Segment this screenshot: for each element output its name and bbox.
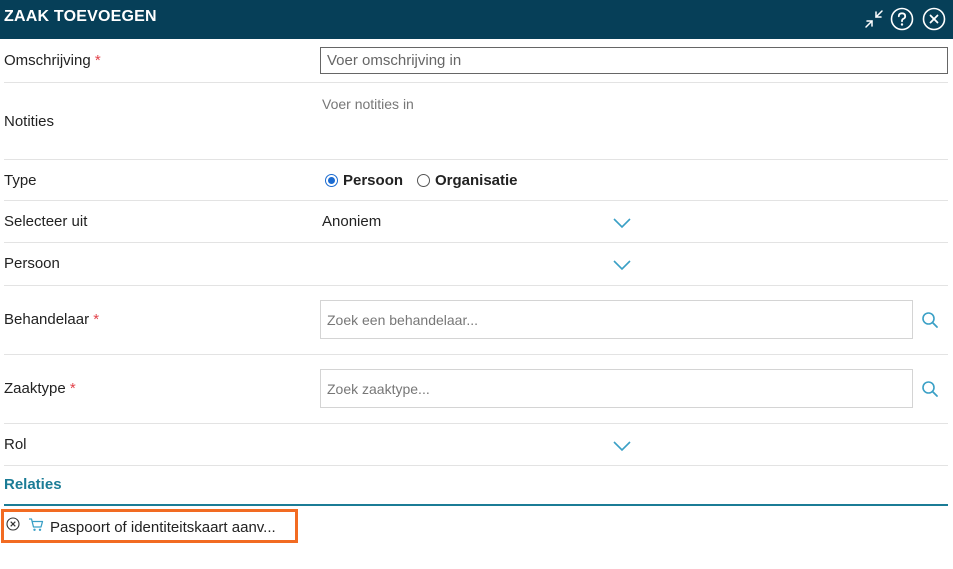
zaaktype-label: Zaaktype * — [4, 380, 76, 397]
help-icon[interactable] — [890, 7, 914, 31]
relation-item[interactable]: Paspoort of identiteitskaart aanv... — [1, 509, 298, 543]
row-behandelaar: Behandelaar * — [4, 286, 948, 355]
persoon-label: Persoon — [4, 255, 60, 272]
relaties-heading: Relaties — [4, 476, 62, 493]
collapse-icon[interactable] — [862, 7, 886, 31]
cart-icon — [28, 517, 44, 536]
type-label: Type — [4, 172, 37, 189]
radio-organisatie-label[interactable]: Organisatie — [435, 172, 518, 189]
zaaktype-search-input[interactable] — [320, 369, 913, 408]
search-icon[interactable] — [921, 380, 939, 398]
row-zaaktype: Zaaktype * — [4, 355, 948, 424]
radio-organisatie[interactable] — [417, 174, 430, 187]
dialog-title: ZAAK TOEVOEGEN — [4, 8, 157, 25]
search-icon[interactable] — [921, 311, 939, 329]
chevron-down-icon[interactable] — [613, 216, 631, 229]
behandelaar-search-input[interactable] — [320, 300, 913, 339]
selecteer-uit-label: Selecteer uit — [4, 213, 88, 230]
relation-item-label[interactable]: Paspoort of identiteitskaart aanv... — [50, 519, 276, 536]
row-persoon: Persoon — [4, 243, 948, 286]
radio-persoon[interactable] — [325, 174, 338, 187]
notities-label: Notities — [4, 113, 55, 130]
row-notities: Notities Voer notities in — [4, 83, 948, 160]
close-icon[interactable] — [922, 7, 946, 31]
remove-icon[interactable] — [6, 517, 20, 535]
notities-textarea[interactable]: Voer notities in — [322, 96, 414, 112]
selecteer-uit-value[interactable]: Anoniem — [322, 213, 381, 230]
row-type: Type Persoon Organisatie — [4, 160, 948, 201]
row-selecteer-uit: Selecteer uit Anoniem — [4, 201, 948, 243]
chevron-down-icon[interactable] — [613, 258, 631, 271]
rol-label: Rol — [4, 436, 27, 453]
radio-persoon-label[interactable]: Persoon — [343, 172, 403, 189]
behandelaar-label: Behandelaar * — [4, 311, 100, 328]
row-omschrijving: Omschrijving * — [4, 39, 948, 83]
omschrijving-label: Omschrijving * — [4, 52, 101, 69]
dialog-header: ZAAK TOEVOEGEN — [0, 0, 953, 39]
chevron-down-icon[interactable] — [613, 439, 631, 452]
row-rol: Rol — [4, 424, 948, 466]
relaties-divider — [4, 504, 948, 506]
omschrijving-input[interactable] — [320, 47, 948, 74]
